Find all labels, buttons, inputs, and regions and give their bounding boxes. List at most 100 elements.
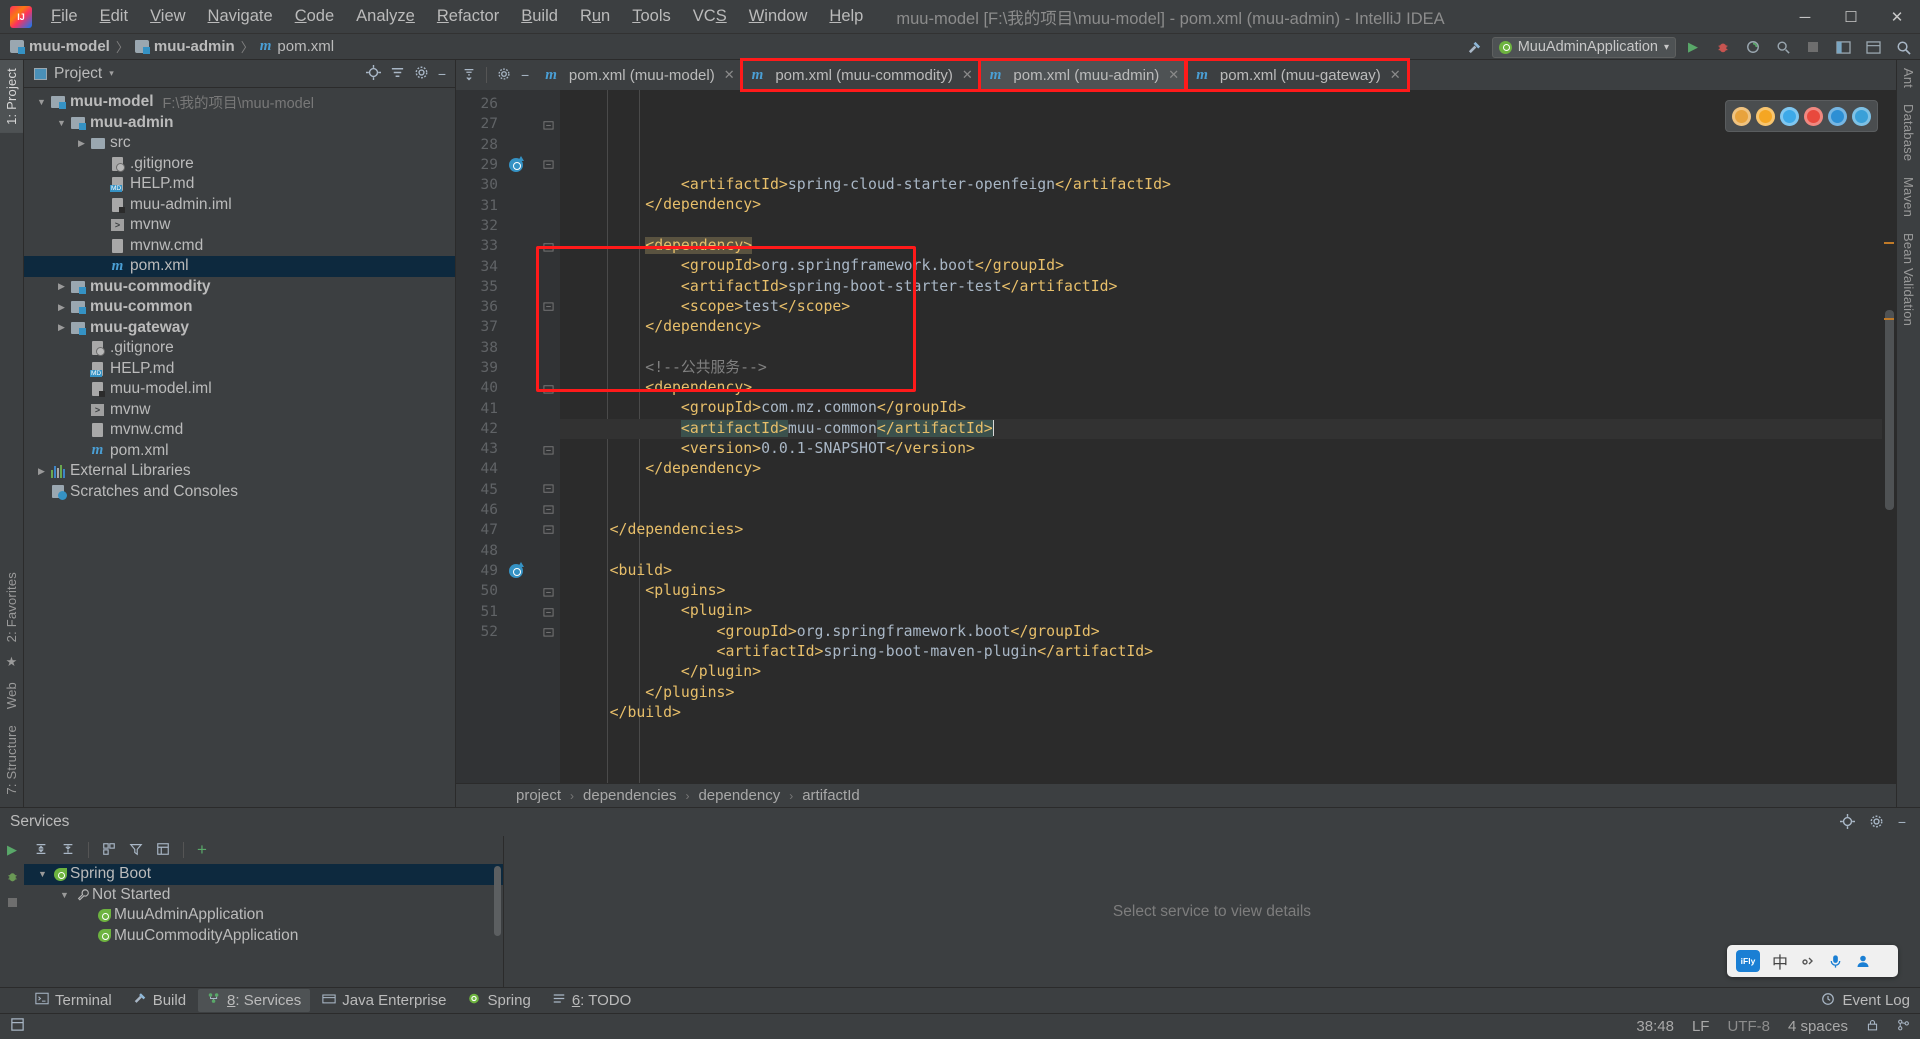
bottom-tab-build[interactable]: Build (124, 989, 195, 1012)
code-line[interactable]: <groupId>org.springframework.boot</group… (560, 622, 1896, 642)
expand-all-icon[interactable] (34, 842, 48, 859)
stop-icon[interactable] (7, 898, 17, 907)
tool-window-tab-ant[interactable]: Ant (1897, 60, 1920, 96)
editor-breadcrumb-item-project[interactable]: project (516, 787, 561, 804)
tool-window-tab-web[interactable]: Web (0, 674, 23, 717)
project-tree-row[interactable]: muu-model F:\我的项目\muu-model (24, 92, 455, 113)
git-branch-icon[interactable] (1897, 1018, 1910, 1036)
event-log-button[interactable]: Event Log (1821, 992, 1910, 1010)
code-line[interactable]: </dependencies> (560, 520, 1896, 540)
menu-item-tools[interactable]: Tools (621, 3, 682, 30)
locate-file-icon[interactable] (365, 65, 381, 82)
breadcrumb-item-pom-xml[interactable]: m pom.xml (260, 38, 334, 55)
file-encoding[interactable]: UTF-8 (1727, 1018, 1770, 1035)
safari-browser-icon[interactable] (1780, 106, 1799, 126)
editor-tab-pom-xml-muu-admin[interactable]: m pom.xml (muu-admin) ✕ (977, 58, 1189, 92)
tool-window-tab-1-project[interactable]: 1: Project (0, 60, 23, 133)
project-tree-row[interactable]: muu-admin.iml (24, 195, 455, 216)
tree-toggle-open-icon[interactable] (54, 118, 69, 128)
run-gutter-icon[interactable] (504, 156, 528, 173)
fold-start-icon[interactable] (542, 155, 554, 175)
run-with-coverage-button[interactable] (1740, 35, 1766, 59)
explorer-browser-icon[interactable] (1852, 106, 1871, 126)
code-line[interactable]: <groupId>org.springframework.boot</group… (560, 256, 1896, 276)
window-layout-icon[interactable] (1860, 35, 1886, 59)
code-line[interactable] (560, 216, 1896, 236)
favorites-star-icon[interactable]: ★ (6, 650, 18, 674)
fold-start-icon[interactable] (542, 297, 554, 317)
project-tree-row[interactable]: muu-gateway (24, 318, 455, 339)
fold-end-icon[interactable] (542, 622, 554, 642)
breadcrumb-item-muu-admin[interactable]: muu-admin (134, 38, 235, 55)
close-tab-icon[interactable]: ✕ (1168, 67, 1179, 83)
editor-tab-pom-xml-muu-commodity[interactable]: m pom.xml (muu-commodity) ✕ (739, 58, 982, 92)
gear-icon[interactable] (1869, 814, 1884, 831)
bottom-tab-terminal[interactable]: Terminal (26, 989, 121, 1012)
services-tree-row[interactable]: ▼ Spring Boot (24, 864, 503, 885)
code-line[interactable] (560, 480, 1896, 500)
menu-item-vcs[interactable]: VCS (682, 3, 738, 30)
gear-icon[interactable] (497, 67, 511, 84)
opera-browser-icon[interactable] (1804, 106, 1823, 126)
project-tree[interactable]: muu-model F:\我的项目\muu-modelmuu-admin src .g… (24, 88, 455, 807)
code-line[interactable]: </dependency> (560, 459, 1896, 479)
code-line[interactable]: </dependency> (560, 195, 1896, 215)
menu-item-refactor[interactable]: Refactor (426, 3, 510, 30)
project-tree-row[interactable]: .gitignore (24, 154, 455, 175)
close-tab-icon[interactable]: ✕ (724, 67, 735, 83)
project-tree-row[interactable]: muu-commodity (24, 277, 455, 298)
fold-end-icon[interactable] (542, 378, 554, 398)
bottom-tab-spring[interactable]: Spring (458, 989, 539, 1012)
menu-item-build[interactable]: Build (510, 3, 569, 30)
indent-setting[interactable]: 4 spaces (1788, 1018, 1848, 1035)
breadcrumb-item-muu-model[interactable]: muu-model (10, 38, 110, 55)
code-line[interactable]: <plugin> (560, 601, 1896, 621)
services-tree-row[interactable]: ▼ Not Started (24, 885, 503, 906)
hide-panel-icon[interactable]: − (438, 67, 446, 81)
code-line[interactable]: </build> (560, 703, 1896, 723)
menu-item-edit[interactable]: Edit (89, 3, 139, 30)
punctuation-icon[interactable] (1800, 953, 1816, 969)
status-bar-left-icon[interactable] (10, 1017, 25, 1036)
tool-window-tab-database[interactable]: Database (1897, 96, 1920, 169)
menu-item-run[interactable]: Run (569, 3, 621, 30)
bottom-tab-java-enterprise[interactable]: Java Enterprise (313, 989, 455, 1012)
code-line[interactable]: </dependency> (560, 317, 1896, 337)
debug-button[interactable] (1710, 35, 1736, 59)
services-scrollbar-thumb[interactable] (494, 866, 501, 936)
filter-icon[interactable] (129, 842, 143, 859)
fold-end-icon[interactable] (542, 236, 554, 256)
project-tree-row[interactable]: mvnw.cmd (24, 420, 455, 441)
bottom-tab-8-services[interactable]: 8: Services (198, 989, 311, 1012)
caret-position[interactable]: 38:48 (1636, 1018, 1674, 1035)
chevron-down-icon[interactable]: ▾ (109, 68, 114, 79)
hide-panel-icon[interactable]: − (1898, 815, 1906, 829)
tool-window-tab-maven[interactable]: Maven (1897, 169, 1920, 225)
tool-window-tab-7-structure[interactable]: 7: Structure (0, 717, 23, 803)
code-line[interactable]: <artifactId>spring-boot-starter-test</ar… (560, 277, 1896, 297)
project-tree-row[interactable]: External Libraries (24, 461, 455, 482)
user-icon[interactable] (1855, 953, 1871, 969)
collapse-all-icon[interactable] (61, 842, 75, 859)
close-button[interactable]: ✕ (1874, 0, 1920, 34)
menu-item-view[interactable]: View (139, 3, 196, 30)
project-tree-row[interactable]: .gitignore (24, 338, 455, 359)
fold-start-icon[interactable] (542, 500, 554, 520)
project-tree-row[interactable]: muu-model.iml (24, 379, 455, 400)
code-content[interactable]: <artifactId>spring-cloud-starter-openfei… (560, 90, 1896, 783)
code-line[interactable] (560, 541, 1896, 561)
editor-scrollbar[interactable] (1882, 90, 1896, 783)
code-line[interactable]: <plugins> (560, 581, 1896, 601)
fold-end-icon[interactable] (542, 114, 554, 134)
tool-window-tab-2-favorites[interactable]: 2: Favorites (0, 564, 23, 650)
code-line[interactable]: <version>0.0.1-SNAPSHOT</version> (560, 439, 1896, 459)
ime-mode-label[interactable]: 中 (1772, 949, 1788, 973)
editor-tab-pom-xml-muu-model[interactable]: m pom.xml (muu-model) ✕ (535, 60, 741, 90)
editor-breadcrumb-item-artifactId[interactable]: artifactId (802, 787, 860, 804)
fold-start-icon[interactable] (542, 480, 554, 500)
project-tree-row[interactable]: > mvnw (24, 215, 455, 236)
sort-tabs-icon[interactable] (462, 67, 476, 84)
run-configuration-selector[interactable]: MuuAdminApplication ▾ (1491, 36, 1676, 58)
code-line[interactable]: <dependency> (560, 236, 1896, 256)
code-line[interactable]: <dependency> (560, 378, 1896, 398)
